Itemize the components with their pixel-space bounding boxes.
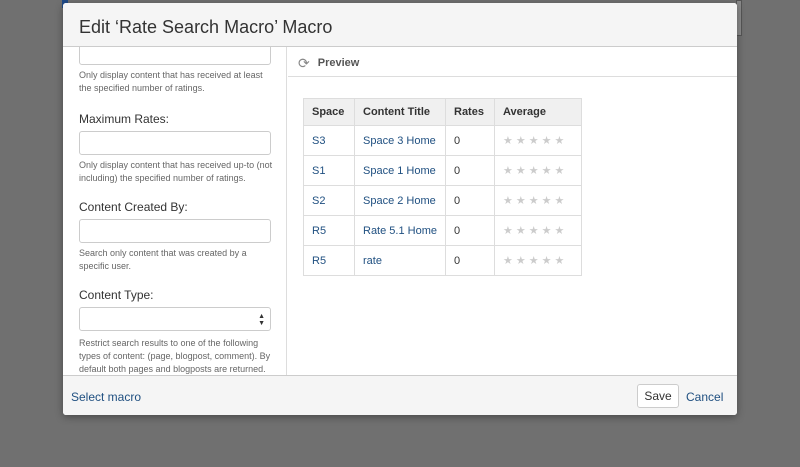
select-macro-link[interactable]: Select macro bbox=[71, 390, 141, 404]
table-row: R5 rate 0 ★★★★★ bbox=[303, 245, 582, 276]
content-title-link[interactable]: rate bbox=[354, 245, 446, 276]
preview-label: Preview bbox=[317, 56, 360, 69]
content-type-label: Content Type: bbox=[79, 288, 154, 302]
dialog-header: Edit ‘Rate Search Macro’ Macro bbox=[63, 3, 737, 47]
dialog-title: Edit ‘Rate Search Macro’ Macro bbox=[79, 17, 333, 37]
table-row: S2 Space 2 Home 0 ★★★★★ bbox=[303, 185, 582, 216]
content-created-by-label: Content Created By: bbox=[79, 200, 188, 214]
star-rating-icon: ★★★★★ bbox=[503, 255, 568, 267]
column-header-rates: Rates bbox=[445, 98, 495, 126]
space-link[interactable]: S3 bbox=[303, 125, 355, 156]
cancel-link[interactable]: Cancel bbox=[686, 390, 723, 404]
preview-bar[interactable]: ⟳ Preview bbox=[288, 47, 737, 77]
star-rating-icon: ★★★★★ bbox=[503, 225, 568, 237]
select-arrows-icon: ▲ ▼ bbox=[258, 313, 265, 327]
refresh-icon[interactable]: ⟳ bbox=[298, 56, 310, 70]
star-rating-icon: ★★★★★ bbox=[503, 135, 568, 147]
column-header-content-title: Content Title bbox=[354, 98, 446, 126]
average-cell: ★★★★★ bbox=[494, 185, 582, 216]
table-row: S3 Space 3 Home 0 ★★★★★ bbox=[303, 125, 582, 156]
minimum-rates-help: Only display content that has received a… bbox=[79, 70, 263, 93]
space-link[interactable]: S2 bbox=[303, 185, 355, 216]
average-cell: ★★★★★ bbox=[494, 125, 582, 156]
minimum-rates-input[interactable] bbox=[79, 47, 271, 65]
rates-cell: 0 bbox=[445, 125, 495, 156]
content-created-by-input[interactable] bbox=[79, 219, 271, 243]
star-rating-icon: ★★★★★ bbox=[503, 195, 568, 207]
content-created-by-help: Search only content that was created by … bbox=[79, 248, 247, 271]
preview-panel: ⟳ Preview Space Content Title Rates Aver… bbox=[288, 47, 737, 375]
maximum-rates-label: Maximum Rates: bbox=[79, 112, 170, 126]
rates-cell: 0 bbox=[445, 155, 495, 186]
maximum-rates-input[interactable] bbox=[79, 131, 271, 155]
macro-dialog: Edit ‘Rate Search Macro’ Macro Only disp… bbox=[63, 3, 737, 415]
dialog-footer: Select macro Save Cancel bbox=[63, 375, 737, 415]
content-title-link[interactable]: Space 3 Home bbox=[354, 125, 446, 156]
content-type-help: Restrict search results to one of the fo… bbox=[79, 338, 271, 374]
table-row: R5 Rate 5.1 Home 0 ★★★★★ bbox=[303, 215, 582, 246]
dialog-body: Only display content that has received a… bbox=[63, 47, 737, 375]
rates-cell: 0 bbox=[445, 185, 495, 216]
rates-cell: 0 bbox=[445, 245, 495, 276]
space-link[interactable]: R5 bbox=[303, 215, 355, 246]
average-cell: ★★★★★ bbox=[494, 215, 582, 246]
space-link[interactable]: S1 bbox=[303, 155, 355, 186]
table-header-row: Space Content Title Rates Average bbox=[303, 98, 582, 126]
content-title-link[interactable]: Rate 5.1 Home bbox=[354, 215, 446, 246]
average-cell: ★★★★★ bbox=[494, 245, 582, 276]
macro-parameters-panel[interactable]: Only display content that has received a… bbox=[63, 47, 287, 375]
column-header-average: Average bbox=[494, 98, 582, 126]
content-title-link[interactable]: Space 2 Home bbox=[354, 185, 446, 216]
maximum-rates-help: Only display content that has received u… bbox=[79, 160, 273, 183]
content-type-select[interactable]: ▲ ▼ bbox=[79, 307, 271, 331]
content-title-link[interactable]: Space 1 Home bbox=[354, 155, 446, 186]
average-cell: ★★★★★ bbox=[494, 155, 582, 186]
rates-cell: 0 bbox=[445, 215, 495, 246]
rating-results-table: Space Content Title Rates Average S3 Spa… bbox=[303, 98, 582, 276]
table-row: S1 Space 1 Home 0 ★★★★★ bbox=[303, 155, 582, 186]
star-rating-icon: ★★★★★ bbox=[503, 165, 568, 177]
space-link[interactable]: R5 bbox=[303, 245, 355, 276]
column-header-space: Space bbox=[303, 98, 355, 126]
save-button[interactable]: Save bbox=[637, 384, 679, 408]
